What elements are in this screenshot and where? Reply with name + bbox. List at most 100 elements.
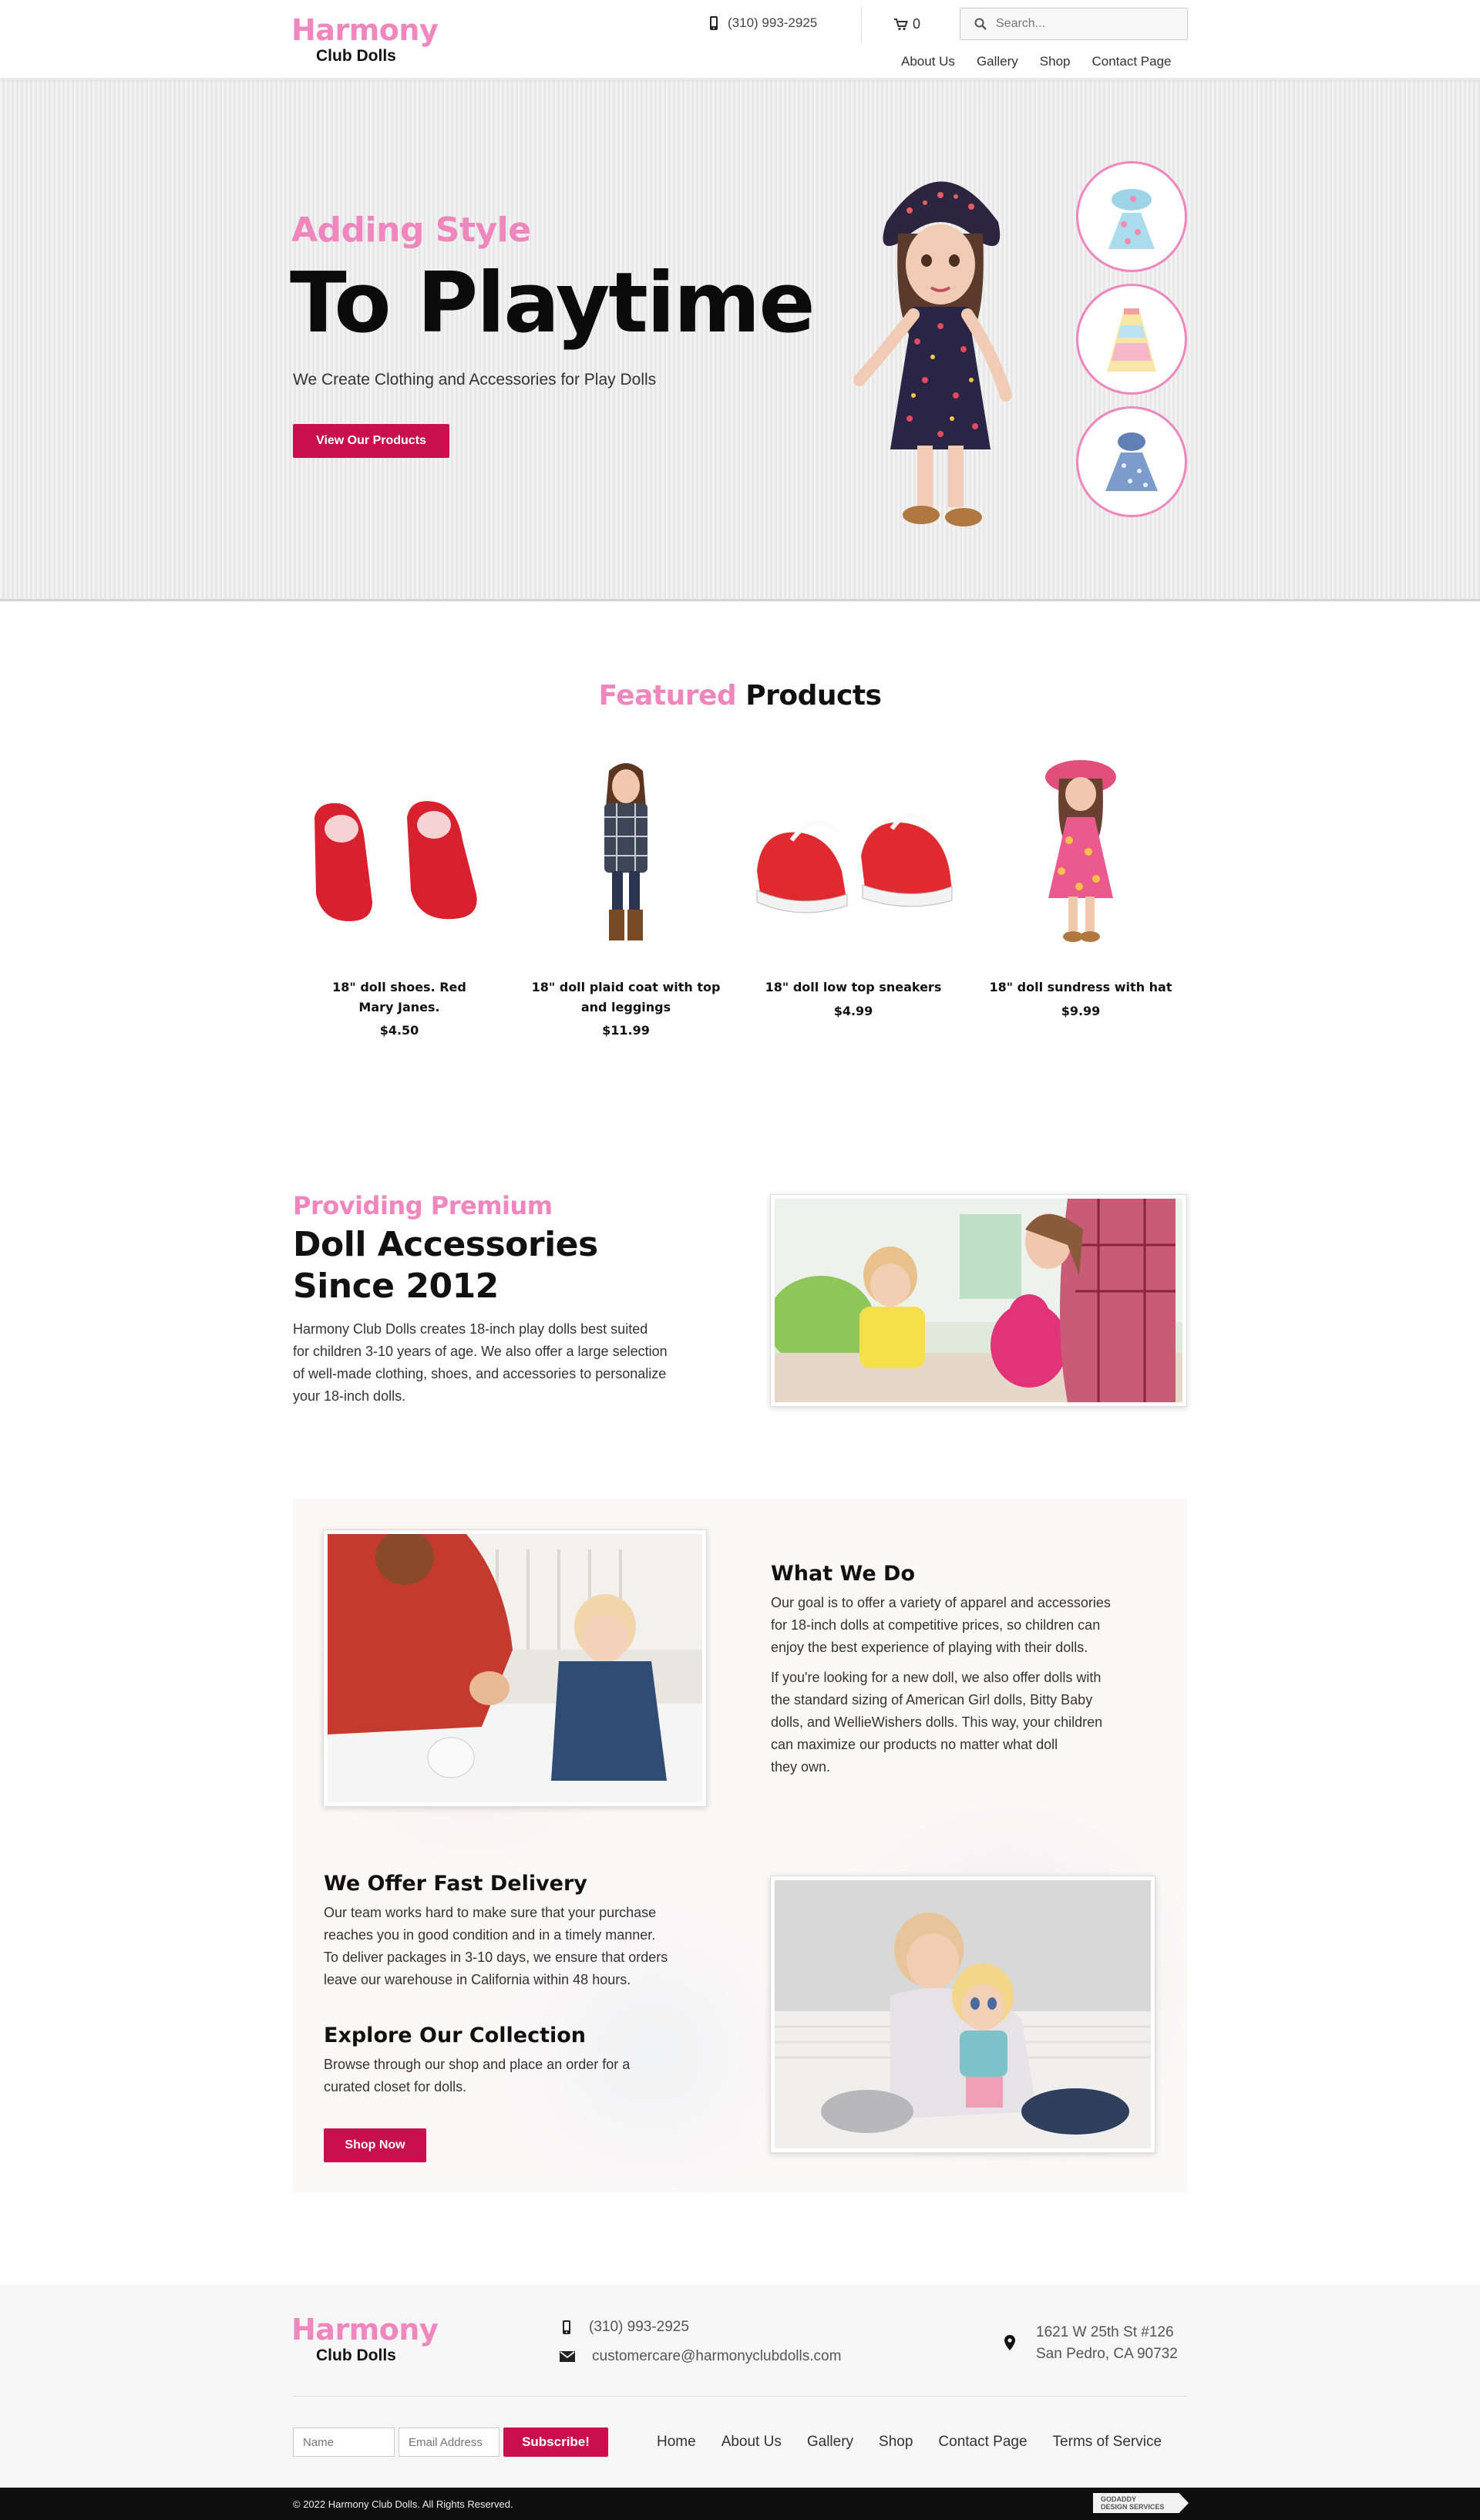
- what-we-do-line: dolls, and WellieWishers dolls. This way…: [771, 1714, 1103, 1730]
- product-price: $4.50: [379, 1023, 419, 1038]
- footer-address-line: 1621 W 25th St #126: [1036, 2324, 1174, 2340]
- footer-logo[interactable]: Harmony Club Dolls: [291, 2313, 439, 2364]
- search-icon: [974, 18, 987, 30]
- hero-thumb-rainbow-dress[interactable]: [1076, 284, 1187, 395]
- product-name: 18" doll sundress with hat: [973, 977, 1189, 998]
- about-text-line: of well-made clothing, shoes, and access…: [293, 1366, 667, 1381]
- hero-doll-image: [853, 181, 1012, 527]
- product-name-line: 18" doll plaid coat with top: [531, 980, 721, 994]
- product-name: 18" doll low top sneakers: [745, 977, 961, 998]
- featured-heading: Featured Products: [0, 680, 1480, 712]
- doctor-play-photo: [775, 1199, 1182, 1402]
- featured-heading-rest: Products: [745, 680, 882, 712]
- footer-nav-about-us[interactable]: About Us: [722, 2434, 782, 2451]
- hero-thumb-dress-hat[interactable]: [1076, 161, 1187, 272]
- cart-button[interactable]: 0: [894, 16, 920, 32]
- what-we-do-text: Our goal is to offer a variety of appare…: [771, 1592, 1111, 1778]
- what-we-do-line: Our goal is to offer a variety of appare…: [771, 1595, 1111, 1610]
- sundress-doll-image: [1045, 760, 1116, 942]
- footer-nav-contact-page[interactable]: Contact Page: [938, 2434, 1027, 2451]
- copyright-text: © 2022 Harmony Club Dolls. All Rights Re…: [293, 2498, 513, 2510]
- footer-nav-shop[interactable]: Shop: [879, 2434, 913, 2451]
- about-title: Doll Accessories Since 2012: [293, 1224, 598, 1307]
- view-products-button[interactable]: View Our Products: [293, 424, 449, 458]
- newsletter-name-input[interactable]: [293, 2427, 395, 2457]
- product-price: $9.99: [1061, 1003, 1101, 1018]
- dress-hat-thumb-image: [1108, 189, 1155, 249]
- footer-logo-bottom: Club Dolls: [316, 2347, 396, 2364]
- delivery-photo: [770, 1876, 1155, 2153]
- what-we-do-line: If you're looking for a new doll, we als…: [771, 1670, 1102, 1685]
- footer-nav: Home About Us Gallery Shop Contact Page …: [657, 2434, 1162, 2451]
- footer-phone-number: (310) 993-2925: [589, 2319, 689, 2335]
- hero-title: To Playtime: [290, 255, 816, 352]
- shop-now-button[interactable]: Shop Now: [324, 2128, 426, 2162]
- product-name: 18" doll shoes. Red Mary Janes.: [291, 977, 507, 1017]
- footer-nav-home[interactable]: Home: [657, 2434, 696, 2451]
- main-nav: About Us Gallery Shop Contact Page: [901, 54, 1172, 69]
- hero-subtitle: We Create Clothing and Accessories for P…: [293, 371, 657, 389]
- godaddy-badge[interactable]: GODADDY DESIGN SERVICES: [1093, 2493, 1189, 2513]
- what-we-do-line: can maximize our products no matter what…: [771, 1737, 1058, 1752]
- product-name-line: Mary Janes.: [358, 999, 440, 1014]
- hero-thumb-blue-dress[interactable]: [1076, 406, 1187, 517]
- delivery-line: Our team works hard to make sure that yo…: [324, 1905, 657, 1920]
- nav-gallery[interactable]: Gallery: [977, 54, 1018, 69]
- nav-shop[interactable]: Shop: [1040, 54, 1071, 69]
- map-pin-icon: [1004, 2335, 1015, 2353]
- collection-text: Browse through our shop and place an ord…: [324, 2054, 630, 2098]
- logo[interactable]: Harmony Club Dolls: [291, 15, 439, 64]
- search-box[interactable]: [960, 8, 1188, 40]
- about-text: Harmony Club Dolls creates 18-inch play …: [293, 1318, 668, 1408]
- product-card[interactable]: 18" doll low top sneakers $4.99: [745, 755, 961, 1018]
- cart-count: 0: [913, 16, 921, 32]
- product-name-line: 18" doll shoes. Red: [332, 980, 466, 994]
- search-input[interactable]: [996, 17, 1166, 31]
- product-card[interactable]: 18" doll plaid coat with top and legging…: [518, 755, 734, 1038]
- what-we-do-title: What We Do: [771, 1562, 916, 1586]
- footer-email-address: customercare@harmonyclubdolls.com: [592, 2348, 842, 2364]
- product-card[interactable]: 18" doll shoes. Red Mary Janes. $4.50: [291, 755, 507, 1038]
- about-text-line: your 18-inch dolls.: [293, 1388, 406, 1404]
- nav-about-us[interactable]: About Us: [901, 54, 955, 69]
- delivery-line: reaches you in good condition and in a t…: [324, 1927, 656, 1943]
- hero-pretitle: Adding Style: [291, 210, 531, 250]
- what-we-do-line: they own.: [771, 1759, 831, 1775]
- product-name: 18" doll plaid coat with top and legging…: [518, 977, 734, 1017]
- featured-heading-highlight: Featured: [598, 680, 737, 712]
- what-we-do-line: the standard sizing of American Girl dol…: [771, 1692, 1093, 1707]
- red-sneakers-image: [756, 813, 953, 913]
- delivery-title: We Offer Fast Delivery: [324, 1872, 587, 1896]
- nav-contact-page[interactable]: Contact Page: [1092, 54, 1172, 69]
- what-we-do-line: enjoy the best experience of playing wit…: [771, 1640, 1088, 1655]
- about-photo: [770, 1194, 1187, 1407]
- delivery-text: Our team works hard to make sure that yo…: [324, 1902, 668, 1991]
- footer-address-line: San Pedro, CA 90732: [1036, 2346, 1178, 2362]
- site-footer: [0, 2285, 1480, 2488]
- subscribe-button[interactable]: Subscribe!: [503, 2427, 608, 2457]
- footer-nav-gallery[interactable]: Gallery: [807, 2434, 853, 2451]
- about-text-line: Harmony Club Dolls creates 18-inch play …: [293, 1321, 648, 1337]
- product-price: $11.99: [602, 1023, 650, 1038]
- collection-line: Browse through our shop and place an ord…: [324, 2057, 631, 2072]
- about-title-line: Since 2012: [293, 1266, 499, 1306]
- header-divider: [861, 8, 862, 42]
- footer-logo-top: Harmony: [291, 2313, 439, 2347]
- bottom-bar: [0, 2488, 1480, 2520]
- page: Harmony Club Dolls (310) 993-2925 0 Abou…: [0, 0, 1480, 2520]
- footer-phone[interactable]: (310) 993-2925: [561, 2319, 689, 2336]
- hero-banner: Adding Style To Playtime We Create Cloth…: [0, 79, 1480, 601]
- footer-nav-terms[interactable]: Terms of Service: [1053, 2434, 1162, 2451]
- phone-icon: [710, 16, 718, 30]
- product-price: $4.99: [833, 1003, 873, 1018]
- header-phone[interactable]: (310) 993-2925: [709, 15, 817, 31]
- red-mary-janes-image: [314, 801, 477, 921]
- newsletter-email-input[interactable]: [399, 2427, 500, 2457]
- child-with-doll-photo: [775, 1880, 1151, 2148]
- footer-email[interactable]: customercare@harmonyclubdolls.com: [560, 2348, 841, 2365]
- site-header: Harmony Club Dolls (310) 993-2925 0 Abou…: [0, 0, 1480, 79]
- plaid-coat-doll-image: [604, 763, 648, 940]
- product-card[interactable]: 18" doll sundress with hat $9.99: [973, 755, 1189, 1018]
- badge-line: DESIGN SERVICES: [1101, 2503, 1165, 2511]
